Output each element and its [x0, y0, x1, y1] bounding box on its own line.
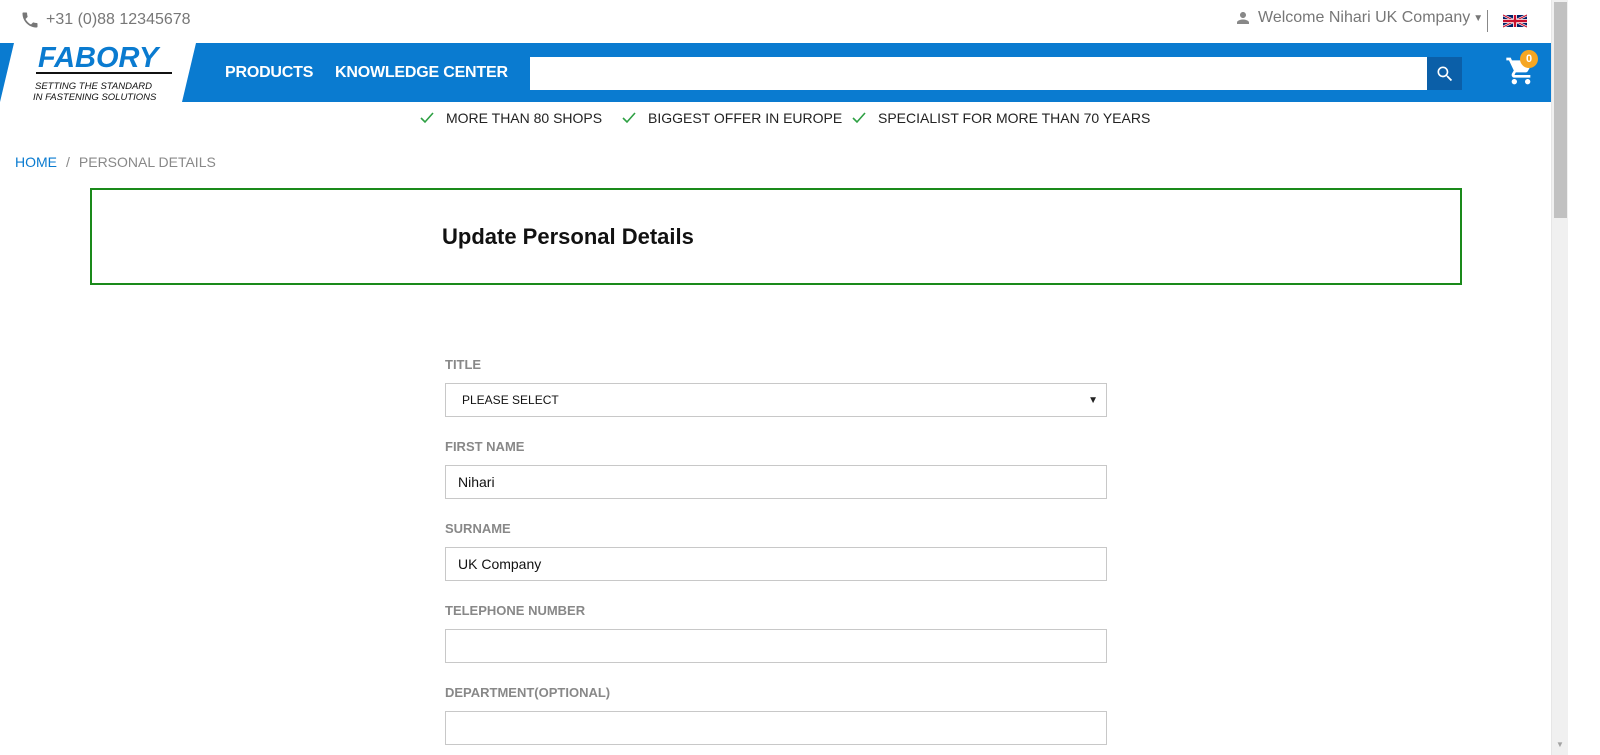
personal-details-form: TITLE PLEASE SELECT ▼ FIRST NAME Nihari … [445, 357, 1107, 755]
breadcrumb-home[interactable]: HOME [15, 154, 57, 170]
surname-field[interactable]: UK Company [445, 547, 1107, 581]
svg-text:FABORY: FABORY [38, 43, 161, 74]
form-group-title: TITLE PLEASE SELECT ▼ [445, 357, 1107, 439]
usp-label: MORE THAN 80 SHOPS [446, 110, 603, 126]
divider [1487, 10, 1488, 32]
welcome-text: Welcome Nihari UK Company [1258, 9, 1471, 26]
surname-label: SURNAME [445, 521, 511, 536]
scrollbar-thumb[interactable] [1554, 2, 1567, 218]
first-name-field[interactable]: Nihari [445, 465, 1107, 499]
department-field[interactable] [445, 711, 1107, 745]
scroll-down-arrow-icon[interactable]: ▼ [1556, 740, 1564, 749]
breadcrumb: HOME / PERSONAL DETAILS [15, 154, 216, 170]
department-label: DEPARTMENT(OPTIONAL) [445, 685, 611, 700]
title-label: TITLE [445, 357, 482, 372]
phone-icon [22, 12, 38, 28]
search-input[interactable] [530, 57, 1427, 90]
form-group-telephone: TELEPHONE NUMBER [445, 603, 1107, 685]
chevron-down-icon: ▼ [1473, 12, 1484, 24]
form-group-department: DEPARTMENT(OPTIONAL) [445, 685, 1107, 755]
check-icon [622, 112, 636, 124]
nav-knowledge-center[interactable]: KNOWLEDGE CENTER [335, 64, 508, 82]
cart-count-badge: 0 [1520, 50, 1538, 68]
check-icon [852, 112, 866, 124]
form-group-first-name: FIRST NAME Nihari [445, 439, 1107, 521]
usp-item: BIGGEST OFFER IN EUROPE [622, 110, 842, 126]
phone-number: +31 (0)88 12345678 [46, 11, 191, 28]
title-select[interactable]: PLEASE SELECT ▼ [445, 383, 1107, 417]
phone-contact[interactable]: +31 (0)88 12345678 [20, 10, 191, 30]
search-icon [1437, 66, 1452, 81]
check-icon [420, 112, 434, 124]
svg-text:SETTING THE STANDARD: SETTING THE STANDARD [35, 81, 152, 92]
breadcrumb-separator: / [66, 154, 70, 170]
usp-item: MORE THAN 80 SHOPS [420, 110, 602, 126]
nav-products[interactable]: PRODUCTS [225, 64, 313, 82]
telephone-field[interactable] [445, 629, 1107, 663]
top-utility-bar: +31 (0)88 12345678 Welcome Nihari UK Com… [0, 0, 1551, 43]
page-scrollbar[interactable]: ▼ [1551, 0, 1568, 755]
user-icon [1237, 12, 1249, 24]
usp-label: SPECIALIST FOR MORE THAN 70 YEARS [878, 110, 1151, 126]
fabory-logo[interactable]: FABORY SETTING THE STANDARD IN FASTENING… [0, 43, 200, 102]
search-button[interactable] [1427, 57, 1462, 90]
uk-flag-icon[interactable] [1503, 14, 1527, 28]
telephone-label: TELEPHONE NUMBER [445, 603, 586, 618]
form-group-surname: SURNAME UK Company [445, 521, 1107, 603]
title-selected-value: PLEASE SELECT [462, 393, 559, 407]
usp-item: SPECIALIST FOR MORE THAN 70 YEARS [852, 110, 1150, 126]
page-heading-box: Update Personal Details [90, 188, 1462, 285]
usp-strip: MORE THAN 80 SHOPS BIGGEST OFFER IN EURO… [0, 110, 1551, 128]
first-name-label: FIRST NAME [445, 439, 525, 454]
breadcrumb-current: PERSONAL DETAILS [78, 154, 216, 170]
account-menu[interactable]: Welcome Nihari UK Company ▼ [1234, 9, 1483, 27]
dropdown-arrow-icon: ▼ [1088, 394, 1098, 406]
usp-label: BIGGEST OFFER IN EUROPE [648, 110, 843, 126]
page-title: Update Personal Details [442, 224, 694, 249]
svg-text:IN FASTENING SOLUTIONS: IN FASTENING SOLUTIONS [33, 92, 157, 102]
